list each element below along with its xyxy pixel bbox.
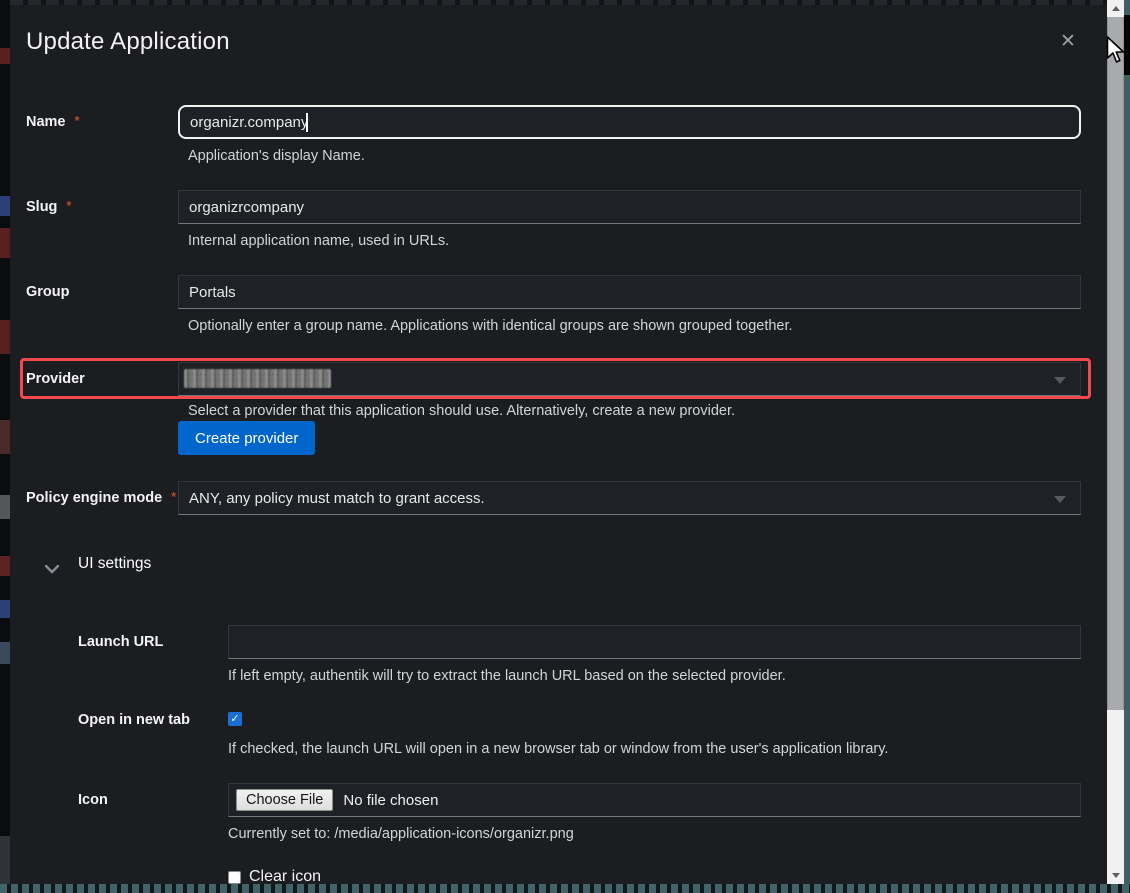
- modal-title: Update Application: [26, 28, 230, 56]
- policy-engine-mode-select[interactable]: ANY, any policy must match to grant acce…: [178, 481, 1081, 515]
- ui-settings-header[interactable]: UI settings: [78, 555, 151, 573]
- open-in-new-tab-label: Open in new tab: [78, 710, 190, 730]
- launch-url-input[interactable]: [228, 625, 1081, 659]
- provider-select[interactable]: [178, 362, 1081, 396]
- required-asterisk: *: [75, 113, 80, 128]
- chevron-down-icon[interactable]: [45, 561, 59, 579]
- background-fragment: [0, 420, 10, 454]
- provider-help: Select a provider that this application …: [188, 401, 735, 421]
- provider-label-text: Provider: [26, 371, 85, 387]
- dropdown-caret-icon: [1054, 377, 1066, 384]
- scrollbar-thumb[interactable]: [1107, 17, 1124, 710]
- clear-icon-label: Clear icon: [249, 867, 321, 884]
- file-status-text: No file chosen: [343, 792, 438, 809]
- open-in-new-tab-help: If checked, the launch URL will open in …: [228, 739, 888, 759]
- background-fragment: [0, 48, 10, 64]
- redacted-provider-value: [184, 369, 331, 388]
- open-in-new-tab-checkbox[interactable]: ✓: [228, 712, 242, 726]
- policy-engine-mode-value: ANY, any policy must match to grant acce…: [189, 490, 485, 507]
- name-help: Application's display Name.: [188, 146, 365, 166]
- icon-label: Icon: [78, 790, 108, 810]
- background-fragment: [0, 642, 10, 664]
- launch-url-help: If left empty, authentik will try to ext…: [228, 666, 786, 686]
- name-input[interactable]: [178, 105, 1081, 139]
- policy-engine-mode-label: Policy engine mode *: [26, 488, 176, 508]
- choose-file-button[interactable]: Choose File: [236, 789, 333, 811]
- background-fragment: [0, 556, 10, 576]
- group-input[interactable]: [178, 275, 1081, 309]
- slug-help: Internal application name, used in URLs.: [188, 231, 449, 251]
- close-icon[interactable]: ✕: [1056, 30, 1080, 53]
- launch-url-label-text: Launch URL: [78, 634, 163, 650]
- required-asterisk: *: [171, 489, 176, 504]
- policy-engine-mode-label-text: Policy engine mode: [26, 490, 162, 506]
- screenshot-stage: Update Application ✕ Name * Application's…: [0, 0, 1130, 893]
- window-right-notch: [1124, 15, 1130, 75]
- open-in-new-tab-label-text: Open in new tab: [78, 712, 190, 728]
- background-fragment: [0, 600, 10, 618]
- name-label: Name *: [26, 112, 80, 132]
- arrow-down-icon: [1112, 873, 1120, 878]
- arrow-up-icon: [1112, 6, 1120, 11]
- background-fragment: [0, 320, 10, 354]
- create-provider-button[interactable]: Create provider: [178, 421, 315, 455]
- background-fragment: [0, 196, 10, 216]
- clear-icon-checkbox[interactable]: [228, 871, 241, 884]
- provider-label: Provider: [26, 369, 85, 389]
- check-icon: ✓: [230, 712, 239, 726]
- launch-url-label: Launch URL: [78, 632, 163, 652]
- name-label-text: Name: [26, 114, 66, 130]
- scrollbar-up-button[interactable]: [1107, 0, 1124, 17]
- dropdown-caret-icon: [1054, 496, 1066, 503]
- text-cursor: [306, 113, 308, 132]
- icon-help: Currently set to: /media/application-ico…: [228, 824, 574, 844]
- group-label-text: Group: [26, 284, 70, 300]
- slug-label-text: Slug: [26, 199, 57, 215]
- background-page-sliver: [0, 0, 10, 893]
- slug-label: Slug *: [26, 197, 71, 217]
- icon-file-input[interactable]: Choose File No file chosen: [228, 783, 1081, 817]
- background-fragment: [0, 495, 10, 519]
- page-bottom-edge: [0, 884, 1130, 893]
- icon-label-text: Icon: [78, 792, 108, 808]
- group-help: Optionally enter a group name. Applicati…: [188, 316, 793, 336]
- update-application-modal: Update Application ✕ Name * Application's…: [10, 5, 1107, 884]
- group-label: Group: [26, 282, 70, 302]
- window-right-edge: [1124, 0, 1130, 893]
- slug-input[interactable]: [178, 190, 1081, 224]
- scrollbar-down-button[interactable]: [1107, 867, 1124, 884]
- background-fragment: [0, 228, 10, 258]
- required-asterisk: *: [66, 198, 71, 213]
